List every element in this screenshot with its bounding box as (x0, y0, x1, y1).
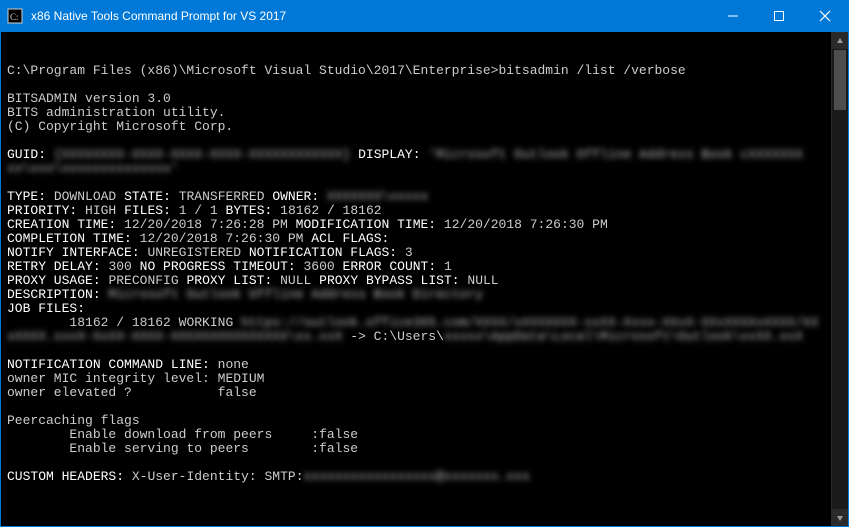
custom-headers-value: xxxxxxxxxxxxxxxxx@xxxxxxx.xxx (304, 469, 530, 484)
elevated-label: owner elevated ? (7, 385, 132, 400)
banner-line1: BITSADMIN version 3.0 (7, 91, 171, 106)
jobfile-progress: 18162 / 18162 (69, 315, 170, 330)
custom-headers-key: X-User-Identity: (132, 469, 257, 484)
retry-label: RETRY DELAY: (7, 259, 101, 274)
custom-headers-proto: SMTP: (264, 469, 303, 484)
retry-value: 300 (108, 259, 131, 274)
description-value: Microsoft Outlook Offline Address Book D… (108, 287, 482, 302)
peer-dl-value: :false (311, 427, 358, 442)
proxy-bypass-value: NULL (467, 273, 498, 288)
jobfile-arrow: -> C:\Users\ (342, 329, 443, 344)
description-label: DESCRIPTION: (7, 287, 101, 302)
notify-flags-value: 3 (405, 245, 413, 260)
bytes-value: 18162 / 18162 (280, 203, 381, 218)
owner-label: OWNER: (272, 189, 319, 204)
owner-value: XXXXXXX\xxxxx (327, 189, 428, 204)
guid-value: {XXXXXXXX-XXXX-XXXX-XXXX-XXXXXXXXXXXX} (54, 147, 350, 162)
state-label: STATE: (124, 189, 171, 204)
banner-line3: (C) Copyright Microsoft Corp. (7, 119, 233, 134)
jobfile-url-2: xXXXX.xxxX-XxXX-XXXX-XXXXXXXXXXXXXXX\xx.… (7, 329, 342, 344)
console-output[interactable]: C:\Program Files (x86)\Microsoft Visual … (1, 32, 831, 526)
peer-dl-label: Enable download from peers (69, 427, 272, 442)
window-buttons (710, 1, 848, 31)
guid-label: GUID: (7, 147, 46, 162)
proxy-usage-value: PRECONFIG (108, 273, 178, 288)
scroll-thumb[interactable] (834, 50, 846, 110)
mic-label: owner MIC integrity level: (7, 371, 210, 386)
app-icon: C: (1, 8, 29, 24)
jobfile-url: https://outlook.office365.com/XXXX/xXXXX… (241, 315, 818, 330)
peer-srv-value: :false (311, 441, 358, 456)
jobfiles-label: JOB FILES: (7, 301, 85, 316)
proxy-list-label: PROXY LIST: (186, 273, 272, 288)
prompt-cwd: C:\Program Files (x86)\Microsoft Visual … (7, 63, 498, 78)
bytes-label: BYTES: (226, 203, 273, 218)
close-button[interactable] (802, 1, 848, 31)
custom-headers-label: CUSTOM HEADERS: (7, 469, 124, 484)
completion-label: COMPLETION TIME: (7, 231, 132, 246)
noprog-value: 3600 (304, 259, 335, 274)
blank-line (7, 49, 15, 64)
files-value: 1 / 1 (179, 203, 218, 218)
priority-label: PRIORITY: (7, 203, 77, 218)
modification-label: MODIFICATION TIME: (296, 217, 436, 232)
notify-cmd-value: none (218, 357, 249, 372)
jobfile-state: WORKING (179, 315, 234, 330)
jobfile-local: xxxxx\AppData\Local\Microsoft\Outlook\xx… (444, 329, 803, 344)
peer-srv-label: Enable serving to peers (69, 441, 248, 456)
vertical-scrollbar[interactable] (831, 32, 848, 526)
noprog-label: NO PROGRESS TIMEOUT: (140, 259, 296, 274)
maximize-button[interactable] (756, 1, 802, 31)
display-label: DISPLAY: (358, 147, 420, 162)
window: C: x86 Native Tools Command Prompt for V… (0, 0, 849, 527)
notify-if-value: UNREGISTERED (147, 245, 241, 260)
display-value: 'Microsoft Outlook Offline Address Book … (428, 147, 802, 162)
display-value-2: xx\xxx\xxxxxxxxxxxxxx' (7, 161, 179, 176)
type-label: TYPE: (7, 189, 46, 204)
peercache-label: Peercaching flags (7, 413, 140, 428)
files-label: FILES: (124, 203, 171, 218)
notify-cmd-label: NOTIFICATION COMMAND LINE: (7, 357, 210, 372)
completion-value: 12/20/2018 7:26:30 PM (140, 231, 304, 246)
notify-if-label: NOTIFY INTERFACE: (7, 245, 140, 260)
errcount-label: ERROR COUNT: (343, 259, 437, 274)
window-title: x86 Native Tools Command Prompt for VS 2… (29, 9, 710, 23)
scroll-up-button[interactable] (832, 32, 848, 49)
state-value: TRANSFERRED (179, 189, 265, 204)
titlebar[interactable]: C: x86 Native Tools Command Prompt for V… (1, 1, 848, 31)
errcount-value: 1 (444, 259, 452, 274)
elevated-value: false (218, 385, 257, 400)
proxy-bypass-label: PROXY BYPASS LIST: (319, 273, 459, 288)
creation-label: CREATION TIME: (7, 217, 116, 232)
mic-value: MEDIUM (218, 371, 265, 386)
svg-text:C:: C: (10, 12, 19, 22)
notify-flags-label: NOTIFICATION FLAGS: (249, 245, 397, 260)
minimize-button[interactable] (710, 1, 756, 31)
proxy-usage-label: PROXY USAGE: (7, 273, 101, 288)
type-value: DOWNLOAD (54, 189, 116, 204)
modification-value: 12/20/2018 7:26:30 PM (444, 217, 608, 232)
proxy-list-value: NULL (280, 273, 311, 288)
priority-value: HIGH (85, 203, 116, 218)
prompt-command: bitsadmin /list /verbose (498, 63, 685, 78)
scroll-down-button[interactable] (832, 509, 848, 526)
creation-value: 12/20/2018 7:26:28 PM (124, 217, 288, 232)
banner-line2: BITS administration utility. (7, 105, 225, 120)
acl-label: ACL FLAGS: (311, 231, 389, 246)
client-area: C:\Program Files (x86)\Microsoft Visual … (1, 31, 848, 526)
